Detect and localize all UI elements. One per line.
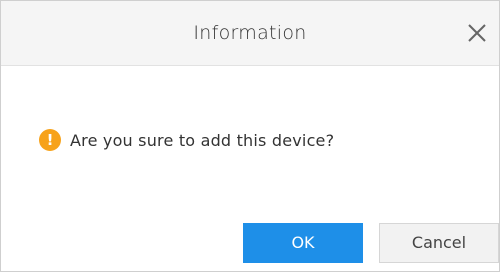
close-button[interactable] <box>463 19 491 47</box>
confirm-dialog: Information ! Are you sure to add this d… <box>0 0 500 272</box>
cancel-button[interactable]: Cancel <box>379 223 499 263</box>
dialog-title: Information <box>193 22 307 44</box>
ok-button[interactable]: OK <box>243 223 363 263</box>
message-row: ! Are you sure to add this device? <box>39 128 334 152</box>
dialog-title-bar: Information <box>1 1 499 66</box>
close-icon <box>468 24 486 42</box>
warning-icon: ! <box>39 129 61 151</box>
dialog-message: Are you sure to add this device? <box>70 130 335 150</box>
